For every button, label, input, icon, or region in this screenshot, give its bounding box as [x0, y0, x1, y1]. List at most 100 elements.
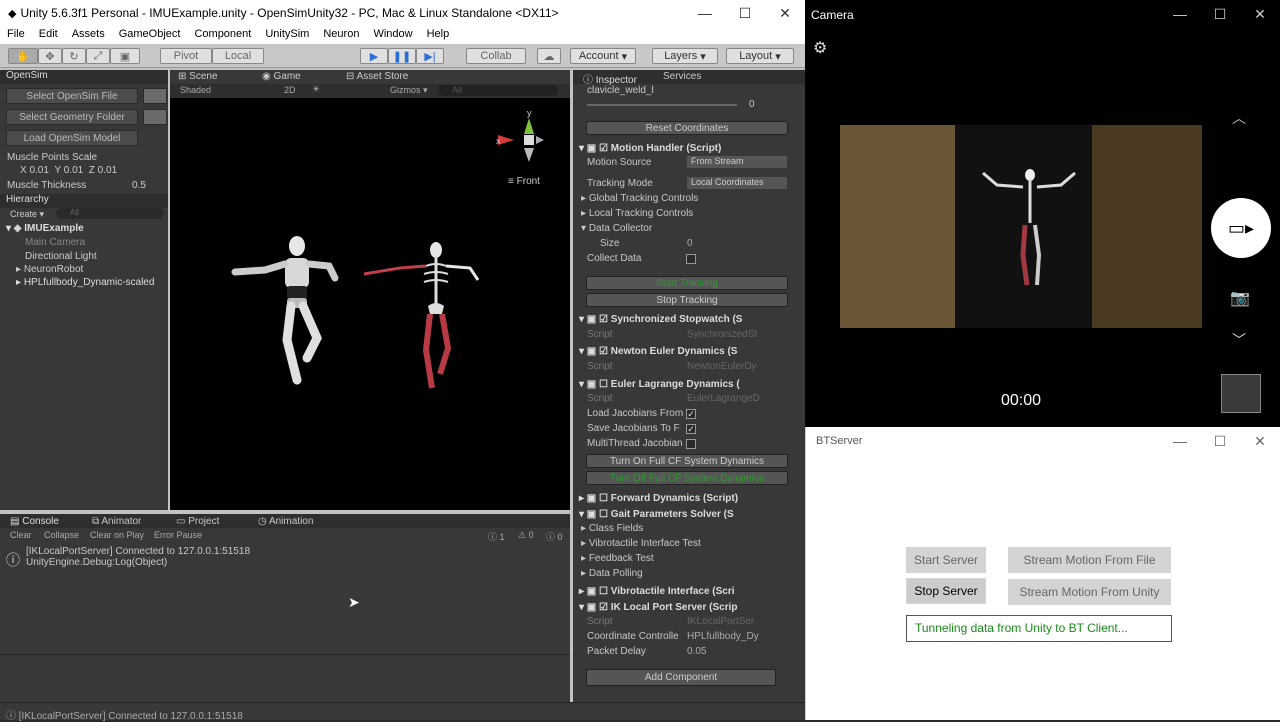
lighting-icon[interactable]: ☀: [312, 84, 320, 95]
btserver-close-button[interactable]: ✕: [1240, 427, 1280, 455]
scene-search-input[interactable]: All: [438, 85, 558, 96]
local-tracking-foldout[interactable]: ▸ Local Tracking Controls: [581, 208, 693, 219]
feedback-test-foldout[interactable]: ▸ Feedback Test: [581, 553, 654, 564]
reset-coordinates-button[interactable]: Reset Coordinates: [586, 121, 788, 135]
hierarchy-item-neuronrobot[interactable]: ▸ NeuronRobot: [16, 264, 83, 275]
motion-handler-header[interactable]: ▾ ▣ ☑ Motion Handler (Script): [579, 143, 721, 154]
hand-tool-icon[interactable]: ✋: [8, 48, 38, 64]
tab-animator[interactable]: ⧉ Animator: [92, 516, 141, 527]
tab-asset-store[interactable]: ⊟ Asset Store: [346, 71, 408, 82]
menu-component[interactable]: Component: [187, 26, 258, 44]
tab-scene[interactable]: ⊞ Scene: [178, 71, 218, 82]
orientation-gizmo[interactable]: y x: [490, 108, 560, 208]
select-geometry-folder-button[interactable]: Select Geometry Folder: [6, 109, 138, 125]
coordinate-slider[interactable]: [587, 104, 737, 106]
muscle-thickness-field[interactable]: 0.5: [132, 180, 146, 191]
multithread-checkbox[interactable]: [686, 439, 696, 449]
btserver-minimize-button[interactable]: —: [1160, 427, 1200, 455]
rect-tool-icon[interactable]: ▣: [110, 48, 140, 64]
select-opensim-file-button[interactable]: Select OpenSim File: [6, 88, 138, 104]
hierarchy-create-dropdown[interactable]: Create ▾: [10, 209, 44, 220]
vibro-test-foldout[interactable]: ▸ Vibrotactile Interface Test: [581, 538, 701, 549]
vibro-interface-header[interactable]: ▸ ▣ ☐ Vibrotactile Interface (Scri: [579, 586, 735, 597]
shading-dropdown[interactable]: Shaded: [180, 85, 211, 95]
tab-game[interactable]: ◉ Game: [262, 71, 301, 82]
console-warning-count[interactable]: ⚠ 0: [518, 530, 534, 541]
camera-maximize-button[interactable]: ☐: [1200, 0, 1240, 28]
hierarchy-item-directional-light[interactable]: Directional Light: [25, 251, 97, 262]
motion-source-dropdown[interactable]: From Stream: [687, 156, 787, 168]
camera-minimize-button[interactable]: —: [1160, 0, 1200, 28]
tab-console[interactable]: ▤ Console: [10, 516, 59, 527]
data-polling-foldout[interactable]: ▸ Data Polling: [581, 568, 643, 579]
menu-edit[interactable]: Edit: [32, 26, 65, 44]
menu-window[interactable]: Window: [366, 26, 419, 44]
slider-value[interactable]: 0: [749, 99, 755, 110]
turn-on-cf-button[interactable]: Turn On Full CF System Dynamics: [586, 454, 788, 468]
layout-dropdown[interactable]: Layout ▾: [726, 48, 794, 64]
menu-help[interactable]: Help: [420, 26, 457, 44]
start-server-button[interactable]: Start Server: [906, 547, 986, 573]
gizmos-dropdown[interactable]: Gizmos ▾: [390, 85, 428, 96]
sync-stopwatch-header[interactable]: ▾ ▣ ☑ Synchronized Stopwatch (S: [579, 314, 742, 325]
skeleton-model[interactable]: [360, 240, 480, 400]
load-opensim-model-button[interactable]: Load OpenSim Model: [6, 130, 138, 146]
chevron-down-icon[interactable]: ﹀: [1232, 330, 1246, 350]
step-icon[interactable]: ▶|: [416, 48, 444, 64]
turn-off-cf-button[interactable]: Turn Off Full CF System Dynamics: [586, 471, 788, 485]
tab-project[interactable]: ▭ Project: [176, 516, 219, 527]
console-collapse-button[interactable]: Collapse: [44, 530, 79, 540]
console-log-entry[interactable]: [IKLocalPortServer] Connected to 127.0.0…: [26, 546, 250, 568]
local-button[interactable]: Local: [212, 48, 264, 64]
stop-tracking-button[interactable]: Stop Tracking: [586, 293, 788, 307]
scale-x-field[interactable]: 0.01: [29, 165, 48, 176]
settings-gear-icon[interactable]: ⚙: [813, 38, 827, 58]
scale-y-field[interactable]: 0.01: [64, 165, 83, 176]
maximize-button[interactable]: ☐: [725, 0, 765, 26]
stream-from-file-button[interactable]: Stream Motion From File: [1008, 547, 1171, 573]
console-clear-on-play-button[interactable]: Clear on Play: [90, 530, 144, 540]
coord-controller-field[interactable]: HPLfullbody_Dy: [687, 631, 759, 642]
neuron-robot-model[interactable]: [225, 230, 345, 400]
account-dropdown[interactable]: Account ▾: [570, 48, 636, 64]
hierarchy-search-input[interactable]: All: [56, 208, 164, 219]
move-tool-icon[interactable]: ✥: [38, 48, 62, 64]
chevron-up-icon[interactable]: ︿: [1232, 108, 1246, 128]
class-fields-foldout[interactable]: ▸ Class Fields: [581, 523, 643, 534]
ik-server-header[interactable]: ▾ ▣ ☑ IK Local Port Server (Scrip: [579, 602, 738, 613]
toggle-2d-button[interactable]: 2D: [284, 85, 296, 95]
load-jacobians-checkbox[interactable]: ✓: [686, 409, 696, 419]
collab-button[interactable]: Collab: [466, 48, 526, 64]
status-message[interactable]: [IKLocalPortServer] Connected to 127.0.0…: [19, 711, 243, 722]
save-jacobians-checkbox[interactable]: ✓: [686, 424, 696, 434]
euler-lagrange-header[interactable]: ▾ ▣ ☐ Euler Lagrange Dynamics (: [579, 379, 740, 390]
tracking-mode-dropdown[interactable]: Local Coordinates: [687, 177, 787, 189]
camera-close-button[interactable]: ✕: [1240, 0, 1280, 28]
newton-euler-header[interactable]: ▾ ▣ ☑ Newton Euler Dynamics (S: [579, 346, 737, 357]
hierarchy-item-main-camera[interactable]: Main Camera: [25, 237, 85, 248]
tab-animation[interactable]: ◷ Animation: [258, 516, 313, 527]
collect-data-checkbox[interactable]: [686, 254, 696, 264]
console-log-count[interactable]: ⓘ 1: [488, 530, 505, 543]
global-tracking-foldout[interactable]: ▸ Global Tracking Controls: [581, 193, 698, 204]
layers-dropdown[interactable]: Layers ▾: [652, 48, 718, 64]
menu-assets[interactable]: Assets: [65, 26, 112, 44]
cloud-icon[interactable]: ☁: [537, 48, 561, 64]
menu-neuron[interactable]: Neuron: [316, 26, 366, 44]
video-record-button[interactable]: ▭▸: [1211, 198, 1271, 258]
scene-view[interactable]: ⊞ Scene ◉ Game ⊟ Asset Store Shaded 2D ☀…: [170, 70, 570, 510]
opensim-file-swatch[interactable]: [143, 88, 167, 104]
minimize-button[interactable]: —: [685, 0, 725, 26]
start-tracking-button[interactable]: Start Tracking: [586, 276, 788, 290]
scale-tool-icon[interactable]: ⤢: [86, 48, 110, 64]
close-button[interactable]: ✕: [765, 0, 805, 26]
btserver-maximize-button[interactable]: ☐: [1200, 427, 1240, 455]
tab-services[interactable]: Services: [663, 71, 701, 82]
data-collector-foldout[interactable]: ▾ Data Collector: [581, 223, 652, 234]
view-label[interactable]: ≡ Front: [508, 176, 540, 187]
hierarchy-item-hplfullbody[interactable]: ▸ HPLfullbody_Dynamic-scaled: [16, 277, 154, 288]
size-field[interactable]: 0: [687, 238, 693, 249]
pivot-button[interactable]: Pivot: [160, 48, 212, 64]
gait-params-header[interactable]: ▾ ▣ ☐ Gait Parameters Solver (S: [579, 509, 734, 520]
server-status-field[interactable]: Tunneling data from Unity to BT Client..…: [906, 615, 1172, 642]
